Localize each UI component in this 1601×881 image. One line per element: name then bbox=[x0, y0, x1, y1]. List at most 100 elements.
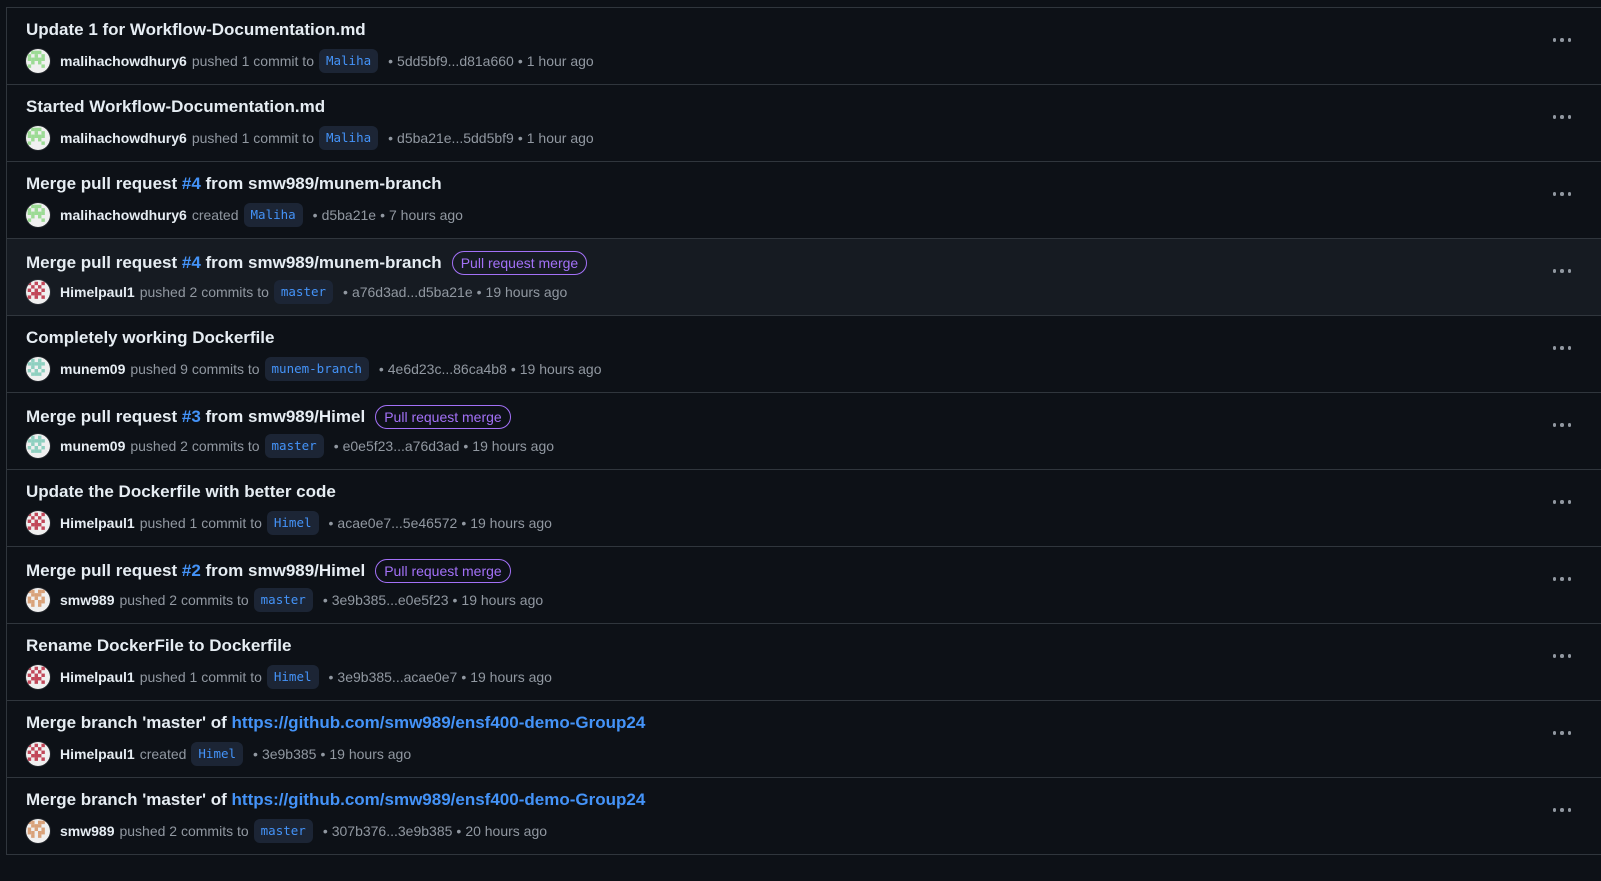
commit-message[interactable]: Merge pull request bbox=[26, 407, 182, 427]
commit-message[interactable]: Merge pull request bbox=[26, 561, 182, 581]
avatar[interactable] bbox=[26, 434, 50, 458]
avatar[interactable] bbox=[26, 511, 50, 535]
commit-range-link[interactable]: 3e9b385 bbox=[262, 746, 317, 762]
commit-title[interactable]: Merge pull request #4 from smw989/munem-… bbox=[26, 251, 588, 275]
dot-icon bbox=[1552, 423, 1557, 427]
username-link[interactable]: Himelpaul1 bbox=[60, 669, 135, 685]
commit-message[interactable]: Merge pull request bbox=[26, 253, 182, 273]
username-link[interactable]: malihachowdhury6 bbox=[60, 53, 187, 69]
avatar[interactable] bbox=[26, 280, 50, 304]
kebab-menu-button[interactable] bbox=[1550, 569, 1574, 589]
timestamp: 19 hours ago bbox=[519, 361, 602, 377]
avatar[interactable] bbox=[26, 588, 50, 612]
commit-range-link[interactable]: 5dd5bf9...d81a660 bbox=[397, 53, 514, 69]
repo-link[interactable]: https://github.com/smw989/ensf400-demo-G… bbox=[232, 713, 646, 733]
kebab-menu-button[interactable] bbox=[1550, 646, 1574, 666]
activity-meta: smw989 pushed 2 commits to master • 307b376.… bbox=[26, 819, 547, 843]
commit-title[interactable]: Merge pull request #3 from smw989/Himel P… bbox=[26, 405, 511, 429]
avatar[interactable] bbox=[26, 665, 50, 689]
action-text: pushed 9 commits to bbox=[130, 361, 260, 377]
kebab-menu-button[interactable] bbox=[1550, 107, 1574, 127]
branch-label[interactable]: munem-branch bbox=[264, 357, 369, 381]
username-link[interactable]: Himelpaul1 bbox=[60, 746, 135, 762]
commit-range-link[interactable]: d5ba21e...5dd5bf9 bbox=[397, 130, 514, 146]
commit-message[interactable]: Merge pull request bbox=[26, 174, 182, 194]
commit-message[interactable]: Completely working Dockerfile bbox=[26, 328, 274, 348]
commit-message[interactable]: Update the Dockerfile with better code bbox=[26, 482, 336, 502]
kebab-menu-button[interactable] bbox=[1550, 723, 1574, 743]
commit-range-link[interactable]: 3e9b385...acae0e7 bbox=[337, 669, 457, 685]
pull-request-link[interactable]: #2 bbox=[182, 561, 201, 581]
dot-icon bbox=[1560, 577, 1564, 581]
commit-message[interactable]: Merge branch 'master' of bbox=[26, 713, 232, 733]
dot-icon bbox=[1552, 269, 1557, 273]
kebab-menu-button[interactable] bbox=[1550, 492, 1574, 512]
branch-label[interactable]: Himel bbox=[191, 742, 244, 766]
branch-label[interactable]: Maliha bbox=[318, 49, 379, 73]
avatar[interactable] bbox=[26, 203, 50, 227]
commit-title[interactable]: Rename DockerFile to Dockerfile bbox=[26, 636, 291, 656]
activity-meta: Himelpaul1 created Himel • 3e9b385 • 19 hours … bbox=[26, 742, 411, 766]
pull-request-link[interactable]: #3 bbox=[182, 407, 201, 427]
commit-title[interactable]: Completely working Dockerfile bbox=[26, 328, 274, 348]
commit-title[interactable]: Merge pull request #2 from smw989/Himel P… bbox=[26, 559, 511, 583]
timestamp: 20 hours ago bbox=[465, 823, 548, 839]
username-link[interactable]: smw989 bbox=[60, 823, 114, 839]
commit-range-link[interactable]: 3e9b385...e0e5f23 bbox=[332, 592, 449, 608]
commit-message-suffix: from smw989/munem-branch bbox=[200, 253, 442, 272]
branch-label[interactable]: Himel bbox=[266, 665, 319, 689]
commit-message[interactable]: Update 1 for Workflow-Documentation.md bbox=[26, 20, 366, 40]
branch-label[interactable]: master bbox=[273, 280, 334, 304]
pull-request-link[interactable]: #4 bbox=[182, 253, 201, 273]
avatar[interactable] bbox=[26, 357, 50, 381]
username-link[interactable]: munem09 bbox=[60, 361, 125, 377]
avatar[interactable] bbox=[26, 126, 50, 150]
commit-message[interactable]: Rename DockerFile to Dockerfile bbox=[26, 636, 291, 656]
commit-title[interactable]: Merge branch 'master' of https://github.… bbox=[26, 790, 645, 810]
commit-range-link[interactable]: 4e6d23c...86ca4b8 bbox=[388, 361, 507, 377]
action-text: pushed 2 commits to bbox=[139, 284, 269, 300]
dot-icon bbox=[1552, 654, 1557, 658]
kebab-menu-button[interactable] bbox=[1550, 415, 1574, 435]
action-text: pushed 1 commit to bbox=[139, 515, 262, 531]
branch-label[interactable]: master bbox=[253, 588, 313, 612]
username-link[interactable]: Himelpaul1 bbox=[60, 284, 135, 300]
avatar[interactable] bbox=[26, 819, 50, 843]
username-link[interactable]: munem09 bbox=[60, 438, 125, 454]
kebab-menu-button[interactable] bbox=[1550, 30, 1574, 50]
branch-label[interactable]: Maliha bbox=[243, 203, 303, 227]
separator-dot: • bbox=[388, 53, 394, 69]
commit-title[interactable]: Started Workflow-Documentation.md bbox=[26, 97, 325, 117]
branch-label[interactable]: Himel bbox=[266, 511, 319, 535]
commit-message[interactable]: Merge branch 'master' of bbox=[26, 790, 232, 810]
pull-request-link[interactable]: #4 bbox=[182, 174, 201, 194]
avatar[interactable] bbox=[26, 742, 50, 766]
commit-title[interactable]: Update 1 for Workflow-Documentation.md bbox=[26, 20, 366, 40]
commit-title[interactable]: Merge branch 'master' of https://github.… bbox=[26, 713, 645, 733]
kebab-menu-button[interactable] bbox=[1550, 338, 1574, 358]
commit-title[interactable]: Merge pull request #4 from smw989/munem-… bbox=[26, 174, 442, 194]
kebab-menu-button[interactable] bbox=[1550, 261, 1574, 281]
commit-range-link[interactable]: acae0e7...5e46572 bbox=[337, 515, 457, 531]
branch-label[interactable]: Maliha bbox=[318, 126, 379, 150]
kebab-menu-button[interactable] bbox=[1550, 800, 1574, 820]
commit-range-link[interactable]: e0e5f23...a76d3ad bbox=[343, 438, 460, 454]
branch-label[interactable]: master bbox=[253, 819, 313, 843]
commit-range-link[interactable]: d5ba21e bbox=[322, 207, 377, 223]
avatar[interactable] bbox=[26, 49, 50, 73]
username-link[interactable]: malihachowdhury6 bbox=[60, 207, 187, 223]
commit-message-suffix: from smw989/Himel bbox=[200, 561, 366, 580]
dot-icon bbox=[1567, 731, 1572, 735]
pull-request-merge-badge: Pull request merge bbox=[375, 559, 511, 583]
username-link[interactable]: smw989 bbox=[60, 592, 114, 608]
commit-range-link[interactable]: 307b376...3e9b385 bbox=[332, 823, 453, 839]
commit-message[interactable]: Started Workflow-Documentation.md bbox=[26, 97, 325, 117]
commit-title[interactable]: Update the Dockerfile with better code bbox=[26, 482, 336, 502]
username-link[interactable]: Himelpaul1 bbox=[60, 515, 135, 531]
repo-link[interactable]: https://github.com/smw989/ensf400-demo-G… bbox=[232, 790, 646, 810]
branch-label[interactable]: master bbox=[264, 434, 324, 458]
kebab-menu-button[interactable] bbox=[1550, 184, 1574, 204]
commit-range-link[interactable]: a76d3ad...d5ba21e bbox=[352, 284, 473, 300]
activity-meta: Himelpaul1 pushed 1 commit to Himel • acae0e… bbox=[26, 511, 552, 535]
username-link[interactable]: malihachowdhury6 bbox=[60, 130, 187, 146]
